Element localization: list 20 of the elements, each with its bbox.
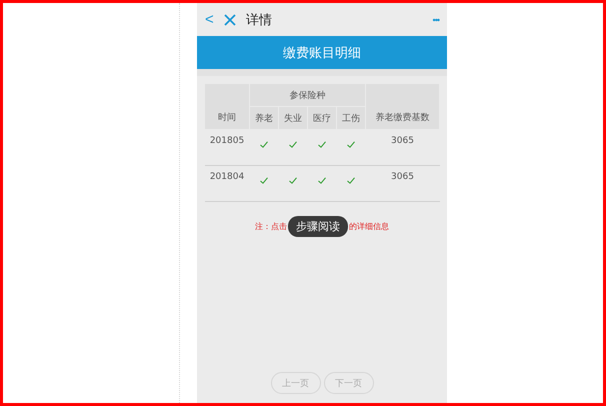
nav-title: 详情 bbox=[246, 12, 273, 28]
more-button[interactable]: ••• bbox=[432, 14, 439, 24]
column-header: 养老缴费基数 bbox=[366, 84, 440, 130]
column-header: 失业 bbox=[278, 106, 308, 130]
column-header: 医疗 bbox=[308, 106, 336, 130]
back-button[interactable]: < bbox=[205, 11, 214, 28]
toast: 步骤阅读 bbox=[288, 216, 348, 237]
column-header: 工伤 bbox=[336, 106, 366, 130]
table-cell: 201805 bbox=[204, 130, 250, 166]
column-header: 时间 bbox=[204, 84, 250, 130]
table-cell: 201804 bbox=[204, 166, 250, 202]
close-button[interactable] bbox=[224, 14, 236, 26]
close-icon bbox=[224, 14, 236, 26]
banner-title: 缴费账目明细 bbox=[197, 36, 447, 69]
column-header: 养老 bbox=[250, 106, 278, 130]
table-cell: 3065 bbox=[366, 166, 440, 202]
note-text: 的详细信息 bbox=[349, 221, 389, 232]
table-cell: 3065 bbox=[366, 130, 440, 166]
column-header: 参保险种 bbox=[250, 84, 366, 106]
note-text: 注：点击 bbox=[255, 221, 287, 232]
